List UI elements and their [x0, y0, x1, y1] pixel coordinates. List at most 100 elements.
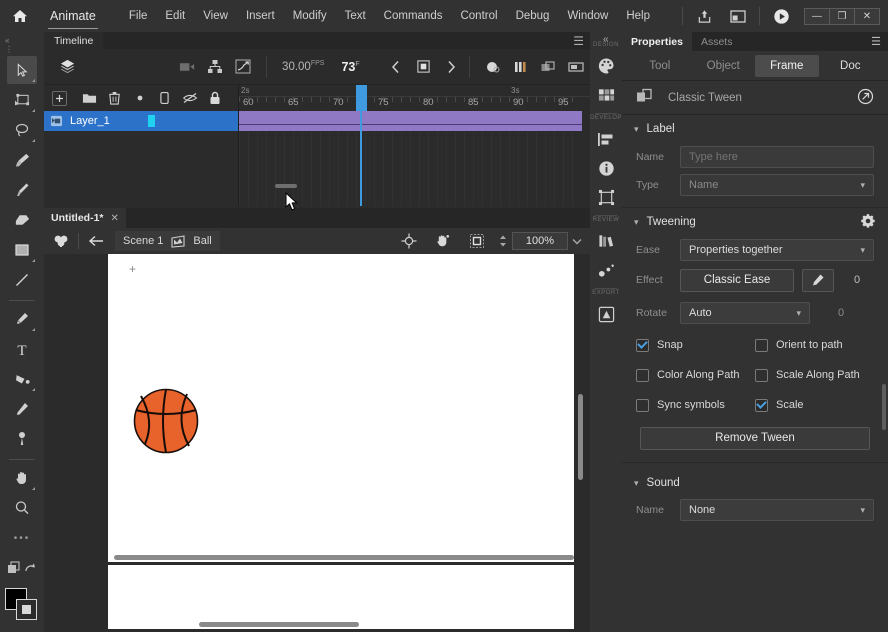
checkbox-color-along-path[interactable]: Color Along Path — [636, 368, 755, 382]
selection-tool[interactable] — [7, 56, 37, 84]
rotate-select[interactable]: Auto ▾ — [680, 302, 810, 324]
new-folder-icon[interactable] — [77, 87, 102, 109]
swatches-icon[interactable] — [593, 82, 619, 108]
menu-edit[interactable]: Edit — [156, 0, 194, 32]
prev-keyframe-icon[interactable] — [382, 52, 410, 82]
stage-inner-hscrollbar[interactable] — [114, 555, 574, 560]
section-header-sound[interactable]: ▾ Sound — [622, 469, 888, 497]
effect-value-number[interactable]: 0 — [840, 274, 874, 286]
clip-content-icon[interactable] — [426, 228, 460, 254]
menu-view[interactable]: View — [194, 0, 237, 32]
checkbox-snap[interactable]: Snap — [636, 338, 755, 352]
paint-brush-tool[interactable] — [7, 146, 37, 174]
camera-icon[interactable] — [174, 52, 202, 82]
menu-file[interactable]: File — [120, 0, 157, 32]
chevron-down-icon[interactable]: ▾ — [634, 124, 639, 135]
color-palette-icon[interactable] — [593, 53, 619, 79]
segment-frame[interactable]: Frame — [755, 54, 819, 77]
checkbox-box[interactable] — [755, 368, 768, 382]
back-arrow-icon[interactable] — [79, 228, 113, 254]
layout-icon[interactable] — [721, 0, 755, 32]
line-tool[interactable] — [7, 266, 37, 294]
brush-tool[interactable] — [7, 176, 37, 204]
current-frame-field[interactable]: 73F — [341, 60, 359, 74]
text-tool[interactable]: T — [7, 335, 37, 363]
document-tab[interactable]: Untitled-1* ✕ — [44, 208, 126, 228]
layer-keyframe-marker[interactable] — [147, 115, 155, 127]
paint-bucket-tool[interactable] — [7, 365, 37, 393]
zoom-stepper[interactable] — [494, 232, 512, 250]
library-icon[interactable] — [593, 228, 619, 254]
pen-tool[interactable] — [7, 305, 37, 333]
checkbox-box[interactable] — [755, 338, 768, 352]
sound-name-select[interactable]: None ▾ — [680, 499, 874, 521]
add-layer-icon[interactable] — [52, 90, 67, 106]
home-icon[interactable] — [0, 8, 40, 24]
checkbox-box[interactable] — [636, 368, 649, 382]
bone-tool[interactable] — [7, 425, 37, 453]
pencil-icon[interactable] — [802, 268, 834, 292]
checkbox-scale-along-path[interactable]: Scale Along Path — [755, 368, 874, 382]
menu-text[interactable]: Text — [336, 0, 375, 32]
lasso-tool[interactable] — [7, 116, 37, 144]
info-icon[interactable] — [593, 155, 619, 181]
zoom-tool[interactable] — [7, 494, 37, 522]
minimize-button[interactable]: — — [804, 7, 830, 25]
onion-skin-icon[interactable] — [479, 52, 507, 82]
timeline-layer-row[interactable]: Layer_1 — [44, 111, 238, 131]
checkbox-scale[interactable]: Scale — [755, 398, 874, 412]
tab-properties[interactable]: Properties — [622, 32, 692, 51]
ease-select[interactable]: Properties together ▾ — [680, 239, 874, 261]
menu-modify[interactable]: Modify — [284, 0, 336, 32]
edit-symbols-icon[interactable] — [44, 228, 78, 254]
eye-hidden-icon[interactable] — [177, 87, 202, 109]
layer-parenting-icon[interactable] — [202, 52, 230, 82]
stage-canvas-lower[interactable] — [108, 565, 574, 629]
stage-hscrollbar[interactable] — [199, 622, 359, 627]
fill-color-swatch[interactable] — [16, 599, 37, 620]
tab-timeline[interactable]: Timeline — [44, 32, 104, 49]
rotate-count-input[interactable]: 0 — [824, 307, 858, 319]
center-stage-icon[interactable] — [392, 228, 426, 254]
menu-insert[interactable]: Insert — [237, 0, 284, 32]
properties-scrollbar[interactable] — [882, 384, 886, 430]
tab-assets[interactable]: Assets — [692, 32, 742, 51]
maximize-button[interactable]: ❐ — [829, 7, 855, 25]
menu-window[interactable]: Window — [558, 0, 617, 32]
menu-help[interactable]: Help — [617, 0, 659, 32]
chevron-down-icon[interactable]: ▾ — [634, 217, 639, 228]
frames-column[interactable]: 2s 3s 60 65 70 75 80 85 90 95 — [239, 85, 590, 206]
rail-collapse-icon[interactable]: « — [603, 34, 609, 45]
color-swatches[interactable] — [5, 588, 39, 620]
more-tools[interactable]: ••• — [7, 524, 37, 552]
checkbox-box[interactable] — [755, 398, 768, 412]
segment-doc[interactable]: Doc — [819, 55, 883, 77]
export-icon[interactable] — [593, 301, 619, 327]
lock-icon[interactable] — [202, 87, 227, 109]
fps-field[interactable]: 30.00FPS — [282, 60, 324, 73]
panel-menu-icon[interactable]: ☰ — [573, 34, 584, 49]
outline-icon[interactable] — [152, 87, 177, 109]
transform-icon[interactable] — [593, 184, 619, 210]
free-transform-tool[interactable] — [7, 86, 37, 114]
advanced-layers-icon[interactable] — [534, 52, 562, 82]
label-type-select[interactable]: Name ▾ — [680, 174, 874, 196]
remove-tween-button[interactable]: Remove Tween — [640, 426, 870, 450]
segment-object[interactable]: Object — [692, 55, 756, 77]
label-name-input[interactable]: Type here — [680, 146, 874, 168]
align-icon[interactable] — [593, 126, 619, 152]
zoom-level-input[interactable]: 100% — [512, 232, 568, 250]
tool-edit-icons-row[interactable] — [2, 554, 42, 582]
resize-icon[interactable] — [562, 52, 590, 82]
delete-layer-icon[interactable] — [102, 87, 127, 109]
timeline-frame-ruler[interactable]: 60 65 70 75 80 85 90 95 — [239, 97, 590, 111]
close-button[interactable]: ✕ — [854, 7, 880, 25]
share-icon[interactable] — [687, 0, 721, 32]
basketball[interactable] — [133, 388, 199, 454]
stage-vscrollbar[interactable] — [578, 394, 583, 480]
eraser-tool[interactable] — [7, 206, 37, 234]
fit-stage-icon[interactable] — [460, 228, 494, 254]
checkbox-box[interactable] — [636, 398, 649, 412]
motion-presets-icon[interactable] — [593, 257, 619, 283]
checkbox-sync-symbols[interactable]: Sync symbols — [636, 398, 755, 412]
